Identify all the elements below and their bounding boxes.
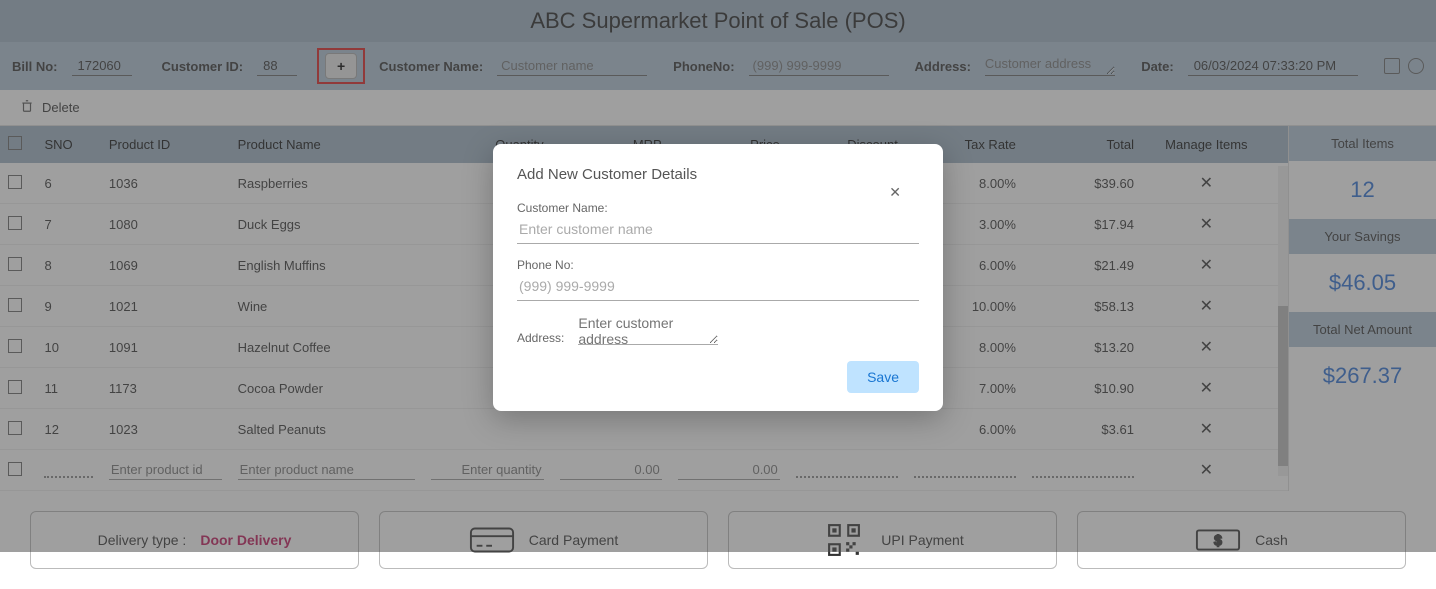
- modal-name-input[interactable]: [517, 215, 919, 244]
- close-icon[interactable]: ✕: [889, 184, 901, 201]
- modal-address-input[interactable]: [578, 315, 718, 345]
- modal-overlay[interactable]: Add New Customer Details ✕ Customer Name…: [0, 0, 1436, 552]
- modal-phone-input[interactable]: [517, 272, 919, 301]
- modal-address-label: Address:: [517, 331, 564, 345]
- add-customer-modal: Add New Customer Details ✕ Customer Name…: [493, 144, 943, 411]
- modal-name-label: Customer Name:: [517, 201, 919, 215]
- modal-title: Add New Customer Details: [517, 166, 919, 183]
- modal-phone-label: Phone No:: [517, 258, 919, 272]
- save-button[interactable]: Save: [847, 361, 919, 393]
